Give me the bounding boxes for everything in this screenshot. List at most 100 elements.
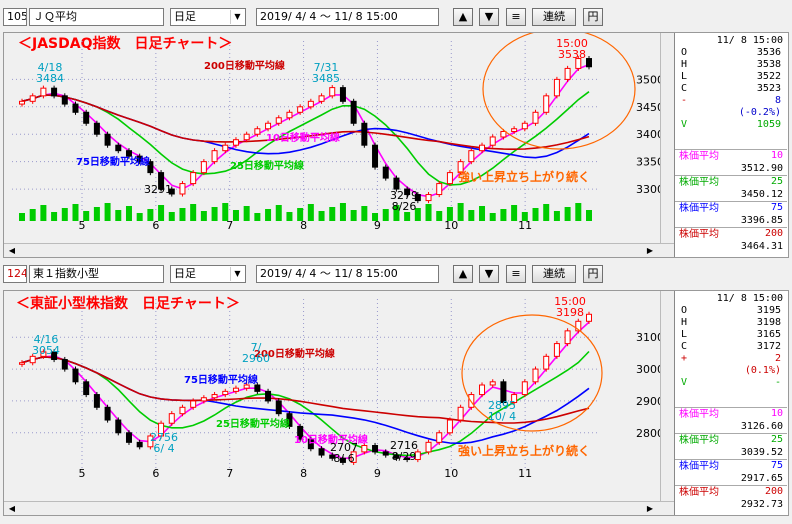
date-range-field[interactable]: 2019/ 4/ 4 ～ 11/ 8 15:00: [256, 8, 439, 26]
candle-body: [51, 87, 58, 97]
candle-body: [425, 194, 432, 202]
chevron-down-icon[interactable]: ▼: [230, 10, 244, 24]
menu-button[interactable]: ≡: [506, 8, 526, 26]
chart-panel-jasdaq: ＜JASDAQ指数 日足チャート＞33003350340034503500567…: [3, 32, 789, 258]
period-select[interactable]: 日足 ▼: [170, 8, 246, 26]
ma-stat-value: 3039.52: [740, 447, 783, 458]
ma-stat-value: 3126.60: [740, 421, 783, 432]
volume-bar: [136, 213, 143, 221]
candle-body: [83, 381, 90, 396]
volume-bar: [382, 209, 389, 221]
volume-bar: [190, 204, 197, 221]
ma-label: 25日移動平均線: [216, 417, 290, 430]
chart-title: ＜東証小型株指数 日足チャート＞: [16, 295, 240, 312]
candle-body: [190, 172, 197, 185]
x-tick-label: 11: [518, 467, 532, 480]
candle-body: [275, 400, 282, 415]
volume-bar: [51, 212, 58, 221]
candle-body: [361, 122, 368, 146]
symbol-name-field[interactable]: ＪＱ平均: [29, 8, 164, 26]
ma-stat-block: 株価平均 25 3450.12: [675, 175, 787, 201]
volume-bar: [275, 205, 282, 221]
menu-button[interactable]: ≡: [506, 265, 526, 283]
horizontal-scrollbar[interactable]: ◀ ▶: [4, 243, 674, 257]
scroll-left-icon[interactable]: ◀: [6, 245, 18, 257]
scroll-right-icon[interactable]: ▶: [644, 245, 656, 257]
period-select[interactable]: 日足 ▼: [170, 265, 246, 283]
candle-body: [521, 381, 528, 396]
yen-button[interactable]: 円: [583, 265, 603, 283]
candle-body: [564, 330, 571, 345]
ohlc-row: L 3165: [677, 329, 785, 341]
ohlc-row: H 3198: [677, 317, 785, 329]
chart-title: ＜JASDAQ指数 日足チャート＞: [18, 35, 232, 52]
chart-canvas-jasdaq[interactable]: ＜JASDAQ指数 日足チャート＞33003350340034503500567…: [4, 33, 660, 243]
volume-bar: [200, 211, 207, 221]
x-tick-label: 5: [79, 467, 86, 480]
scroll-up-button[interactable]: ▲: [453, 265, 473, 283]
candle-body: [350, 100, 357, 124]
volume-bar: [564, 207, 571, 221]
volume-bar: [222, 203, 229, 221]
ohlc-value: 3172: [756, 341, 781, 352]
scroll-right-icon[interactable]: ▶: [644, 503, 656, 515]
x-tick-label: 10: [444, 467, 458, 480]
scroll-down-button[interactable]: ▼: [479, 265, 499, 283]
candle-body: [532, 111, 539, 124]
y-tick-label: 2900: [636, 395, 660, 408]
annotation-value: 6/ 4: [153, 442, 174, 455]
ohlc-row: +2: [677, 353, 785, 365]
toolbar-top: 105 ＪＱ平均 日足 ▼ 2019/ 4/ 4 ～ 11/ 8 15:00 ▲ …: [3, 5, 789, 29]
symbol-name-field[interactable]: 東１指数小型: [29, 265, 164, 283]
candle-body: [61, 359, 68, 370]
candle-body: [243, 133, 250, 141]
chart-canvas-small-cap[interactable]: ＜東証小型株指数 日足チャート＞ 2800 2900 3000 3100 5 6 7 8 9 10 1…: [4, 291, 660, 501]
volume-bar: [329, 207, 336, 221]
horizontal-scrollbar[interactable]: ◀ ▶: [4, 501, 674, 515]
yen-button[interactable]: 円: [583, 8, 603, 26]
code-field[interactable]: 124: [3, 265, 27, 283]
annotation-label: 強い上昇立ち上がり続く: [458, 443, 590, 458]
volume-bar: [553, 211, 560, 221]
candle-body: [168, 413, 175, 424]
chevron-down-icon[interactable]: ▼: [230, 267, 244, 281]
ma-stat-period: 200: [764, 486, 783, 497]
annotation-label: 強い上昇立ち上がり続く: [458, 169, 590, 184]
candle-body: [436, 183, 443, 196]
vertical-scrollbar[interactable]: [660, 291, 674, 501]
candle-body: [286, 111, 293, 119]
ohlc-row: (0.1%): [677, 365, 785, 377]
continuous-button[interactable]: 連続: [532, 8, 576, 26]
ohlc-key: O: [681, 47, 688, 58]
candle-body: [136, 441, 143, 448]
candle-body: [446, 172, 453, 185]
candle-body: [372, 445, 379, 453]
candle-body: [586, 313, 592, 322]
continuous-button[interactable]: 連続: [532, 265, 576, 283]
ohlc-row: H 3538: [677, 59, 785, 71]
scroll-left-icon[interactable]: ◀: [6, 503, 18, 515]
ohlc-value: 3165: [756, 329, 781, 340]
ohlc-key: L: [681, 329, 688, 340]
info-panel-small-cap: 11/ 8 15:00 O 3195 H 3198 L 3165 C 3172 +2 (0.1%) V…: [674, 291, 788, 515]
vertical-scrollbar[interactable]: [660, 33, 674, 243]
candle-body: [275, 117, 282, 124]
date-range-field[interactable]: 2019/ 4/ 4 ～ 11/ 8 15:00: [256, 265, 439, 283]
x-tick-label: 7: [226, 467, 233, 480]
ohlc-value: 3522: [756, 71, 781, 82]
volume-bar: [339, 203, 346, 221]
scroll-up-button[interactable]: ▲: [453, 8, 473, 26]
volume-bar: [265, 209, 272, 221]
candle-body: [468, 150, 475, 163]
volume-bar: [243, 206, 250, 221]
scroll-down-button[interactable]: ▼: [479, 8, 499, 26]
volume-bar: [168, 212, 175, 221]
x-tick-label: 9: [374, 467, 381, 480]
candle-body: [297, 106, 304, 113]
candle-body: [339, 87, 346, 102]
ma-stat-value: 2917.65: [740, 473, 783, 484]
candle-body: [190, 400, 197, 408]
volume-bar: [297, 208, 304, 221]
code-field[interactable]: 105: [3, 8, 27, 26]
ohlc-key: +: [681, 353, 688, 364]
